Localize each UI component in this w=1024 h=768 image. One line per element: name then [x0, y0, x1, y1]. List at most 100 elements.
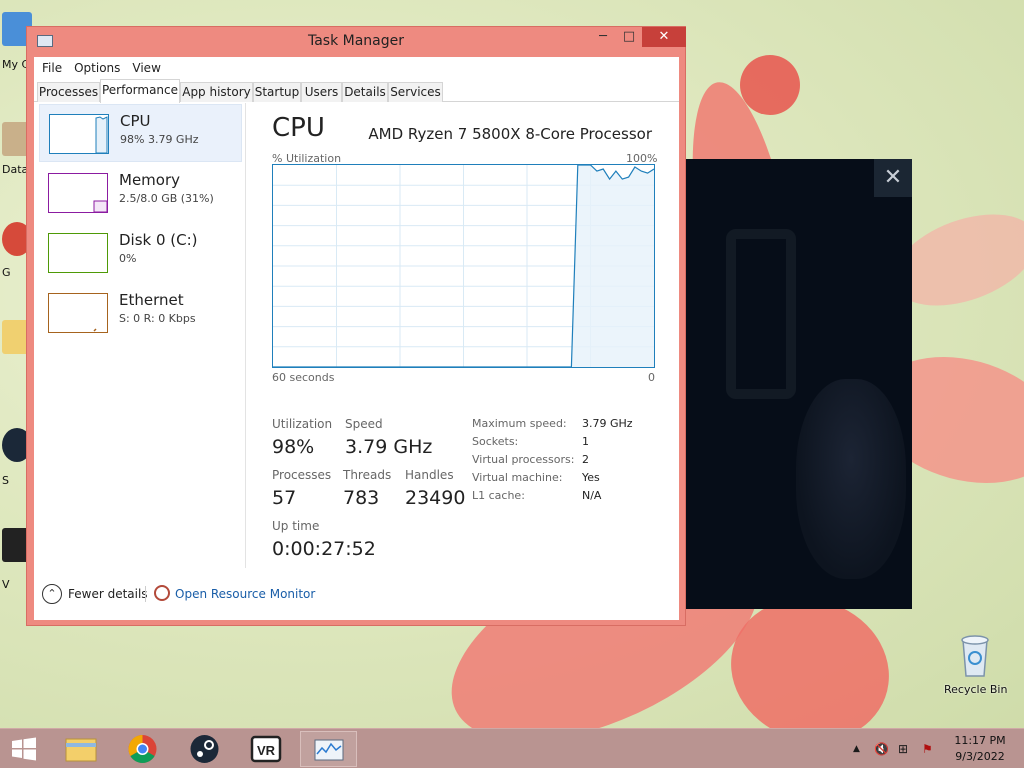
- overlay-artwork: [796, 379, 906, 579]
- taskbar-chrome[interactable]: [114, 731, 171, 767]
- uptime-label: Up time: [272, 519, 320, 533]
- threads-label: Threads: [343, 468, 392, 482]
- speed-value: 3.79 GHz: [345, 436, 433, 458]
- menu-options[interactable]: Options: [68, 61, 126, 75]
- show-hidden-icons-button[interactable]: ▲: [853, 744, 860, 754]
- menu-bar: File Options View: [34, 57, 679, 79]
- volume-muted-icon[interactable]: 🔇: [874, 742, 889, 756]
- tab-users[interactable]: Users: [301, 82, 342, 102]
- vr-icon: VR: [250, 735, 282, 763]
- sidebar-item-label: CPU: [120, 112, 151, 130]
- utilization-label: Utilization: [272, 417, 333, 431]
- tab-startup[interactable]: Startup: [253, 82, 301, 102]
- taskbar-vr[interactable]: VR: [238, 731, 295, 767]
- sidebar-item-detail: 0%: [119, 252, 137, 265]
- sidebar-item-label: Disk 0 (C:): [119, 231, 198, 249]
- detail-label: L1 cache:: [472, 489, 525, 502]
- folder-icon: [65, 738, 97, 762]
- wallpaper-stamen: [740, 55, 800, 115]
- menu-view[interactable]: View: [126, 61, 166, 75]
- resource-monitor-icon[interactable]: [154, 585, 170, 601]
- task-manager-icon: [314, 739, 344, 761]
- threads-value: 783: [343, 487, 380, 509]
- sidebar-item-detail: S: 0 R: 0 Kbps: [119, 312, 196, 325]
- close-button[interactable]: ✕: [642, 27, 686, 47]
- recycle-bin-icon[interactable]: [955, 632, 995, 678]
- tab-app-history[interactable]: App history: [180, 82, 253, 102]
- uptime-value: 0:00:27:52: [272, 538, 376, 560]
- utilization-value: 98%: [272, 436, 315, 458]
- start-button[interactable]: [0, 731, 48, 767]
- tab-strip: Processes Performance App history Startu…: [34, 79, 679, 103]
- sidebar-item-disk[interactable]: Disk 0 (C:) 0%: [39, 224, 242, 282]
- detail-value: Yes: [582, 471, 600, 484]
- windows-logo-icon: [12, 737, 36, 761]
- cpu-thumbnail-graph: [49, 114, 109, 154]
- chrome-icon: [128, 735, 157, 763]
- title-bar[interactable]: Task Manager ─ □ ✕: [27, 27, 686, 56]
- disk-thumbnail-graph: [48, 233, 108, 273]
- open-resource-monitor-link[interactable]: Open Resource Monitor: [175, 587, 315, 601]
- memory-thumbnail-graph: [48, 173, 108, 213]
- task-manager-window: Task Manager ─ □ ✕ File Options View Pro…: [26, 26, 686, 626]
- action-center-flag-icon[interactable]: ⚑: [922, 742, 933, 756]
- steam-icon: [190, 735, 219, 763]
- handles-label: Handles: [405, 468, 454, 482]
- taskbar-task-manager[interactable]: [300, 731, 357, 767]
- ethernet-thumbnail-graph: [48, 293, 108, 333]
- desktop-icon-label: G: [2, 266, 11, 279]
- taskbar: VR ▲ 🔇 ⊞ ⚑ 11:17 PM 9/3/2022: [0, 728, 1024, 768]
- svg-text:VR: VR: [257, 743, 276, 758]
- desktop-icon-label: S: [2, 474, 9, 487]
- detail-label: Virtual processors:: [472, 453, 575, 466]
- window-title: Task Manager: [307, 33, 405, 49]
- system-clock[interactable]: 11:17 PM 9/3/2022: [950, 733, 1010, 765]
- graph-x-end-label: 0: [648, 371, 655, 384]
- sidebar-item-detail: 98% 3.79 GHz: [120, 133, 199, 146]
- sidebar-item-detail: 2.5/8.0 GB (31%): [119, 192, 214, 205]
- chevron-up-icon[interactable]: ⌃: [42, 584, 62, 604]
- detail-label: Maximum speed:: [472, 417, 567, 430]
- minimize-button[interactable]: ─: [590, 27, 616, 47]
- tab-services[interactable]: Services: [388, 82, 443, 102]
- sidebar-item-ethernet[interactable]: Ethernet S: 0 R: 0 Kbps: [39, 284, 242, 342]
- processes-label: Processes: [272, 468, 332, 482]
- desktop-icon-label: Data: [2, 163, 29, 176]
- overlay-window: ✕: [686, 159, 912, 609]
- detail-value: 2: [582, 453, 589, 466]
- panel-title: CPU: [272, 113, 325, 143]
- taskbar-file-explorer[interactable]: [52, 731, 109, 767]
- maximize-button[interactable]: □: [616, 27, 642, 47]
- taskbar-steam[interactable]: [176, 731, 233, 767]
- clock-date: 9/3/2022: [955, 750, 1005, 763]
- handles-value: 23490: [405, 487, 466, 509]
- cpu-utilization-chart: [273, 165, 654, 367]
- overlay-close-button[interactable]: ✕: [874, 159, 912, 197]
- sidebar-item-cpu[interactable]: CPU 98% 3.79 GHz: [39, 104, 242, 162]
- desktop-icon-label: V: [2, 578, 10, 591]
- processes-value: 57: [272, 487, 297, 509]
- fewer-details-button[interactable]: Fewer details: [68, 587, 148, 601]
- network-icon[interactable]: ⊞: [898, 742, 908, 756]
- menu-file[interactable]: File: [36, 61, 68, 75]
- tab-processes[interactable]: Processes: [37, 82, 100, 102]
- detail-label: Virtual machine:: [472, 471, 563, 484]
- recycle-bin-label: Recycle Bin: [944, 683, 1008, 696]
- footer-bar: ⌃ Fewer details Open Resource Monitor: [34, 568, 679, 620]
- resource-sidebar: CPU 98% 3.79 GHz Memory 2.5/8.0 GB (31%)…: [34, 103, 246, 568]
- tab-details[interactable]: Details: [342, 82, 388, 102]
- window-content: File Options View Processes Performance …: [34, 57, 679, 620]
- cpu-model-name: AMD Ryzen 7 5800X 8-Core Processor: [368, 125, 652, 143]
- clock-time: 11:17 PM: [954, 734, 1006, 747]
- tab-performance[interactable]: Performance: [100, 79, 180, 103]
- detail-value: 1: [582, 435, 589, 448]
- graph-x-label: 60 seconds: [272, 371, 335, 384]
- detail-label: Sockets:: [472, 435, 519, 448]
- cpu-detail-panel: CPU AMD Ryzen 7 5800X 8-Core Processor %…: [267, 103, 677, 573]
- sidebar-item-label: Ethernet: [119, 291, 184, 309]
- sidebar-item-memory[interactable]: Memory 2.5/8.0 GB (31%): [39, 164, 242, 222]
- detail-value: N/A: [582, 489, 602, 502]
- cpu-utilization-graph: [272, 164, 655, 368]
- footer-divider: [145, 586, 146, 602]
- detail-value: 3.79 GHz: [582, 417, 633, 430]
